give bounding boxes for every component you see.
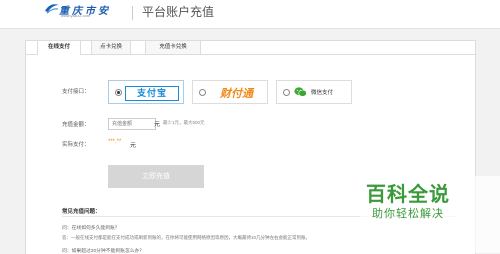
- faq-question-1: 问：在线如何多久能到账？: [62, 226, 120, 231]
- header-divider: [132, 6, 133, 20]
- actual-payment-unit: 元: [130, 143, 137, 149]
- radio-button[interactable]: [199, 89, 206, 96]
- site-logo-url: www.yaa12.com: [61, 13, 91, 18]
- tab-online-payment[interactable]: 在线支付: [37, 40, 81, 55]
- alipay-logo: 支付宝: [125, 86, 179, 101]
- payment-option-caifutong[interactable]: 财付通: [192, 80, 268, 104]
- payment-option-alipay[interactable]: 支付宝: [108, 80, 184, 104]
- page-title: 平台账户充值: [142, 5, 215, 19]
- wechat-icon: [294, 87, 307, 97]
- recharge-now-button[interactable]: 立即充值: [108, 165, 204, 188]
- radio-button[interactable]: [115, 89, 122, 96]
- amount-hint: 最少1元，最大500元: [163, 120, 205, 125]
- amount-unit: 元: [154, 122, 161, 128]
- faq-title: 常见充值问题：: [62, 209, 101, 215]
- tab-card-exchange[interactable]: 点卡兑换: [91, 40, 131, 54]
- watermark-subtitle: 助你轻松解决: [372, 208, 444, 220]
- amount-input[interactable]: [108, 118, 156, 130]
- header-bar: 重庆市安 www.yaa12.com 平台账户充值: [0, 0, 500, 29]
- caifutong-logo: 财付通: [220, 88, 253, 100]
- wechat-label: 微信支付: [311, 90, 334, 96]
- tab-divider: [25, 54, 475, 55]
- radio-button[interactable]: [283, 89, 290, 96]
- actual-payment-value: ***.**: [108, 139, 122, 145]
- amount-label: 充值金额：: [62, 122, 90, 128]
- tab-recharge-card-exchange[interactable]: 充值卡兑换: [145, 40, 201, 54]
- payment-interface-label: 支付接口：: [62, 89, 90, 95]
- logo-swirl-icon: [45, 4, 59, 14]
- watermark-title: 百科全说: [366, 184, 450, 206]
- actual-payment-label: 实际支付：: [62, 142, 90, 148]
- payment-option-wechat[interactable]: 微信支付: [276, 80, 352, 104]
